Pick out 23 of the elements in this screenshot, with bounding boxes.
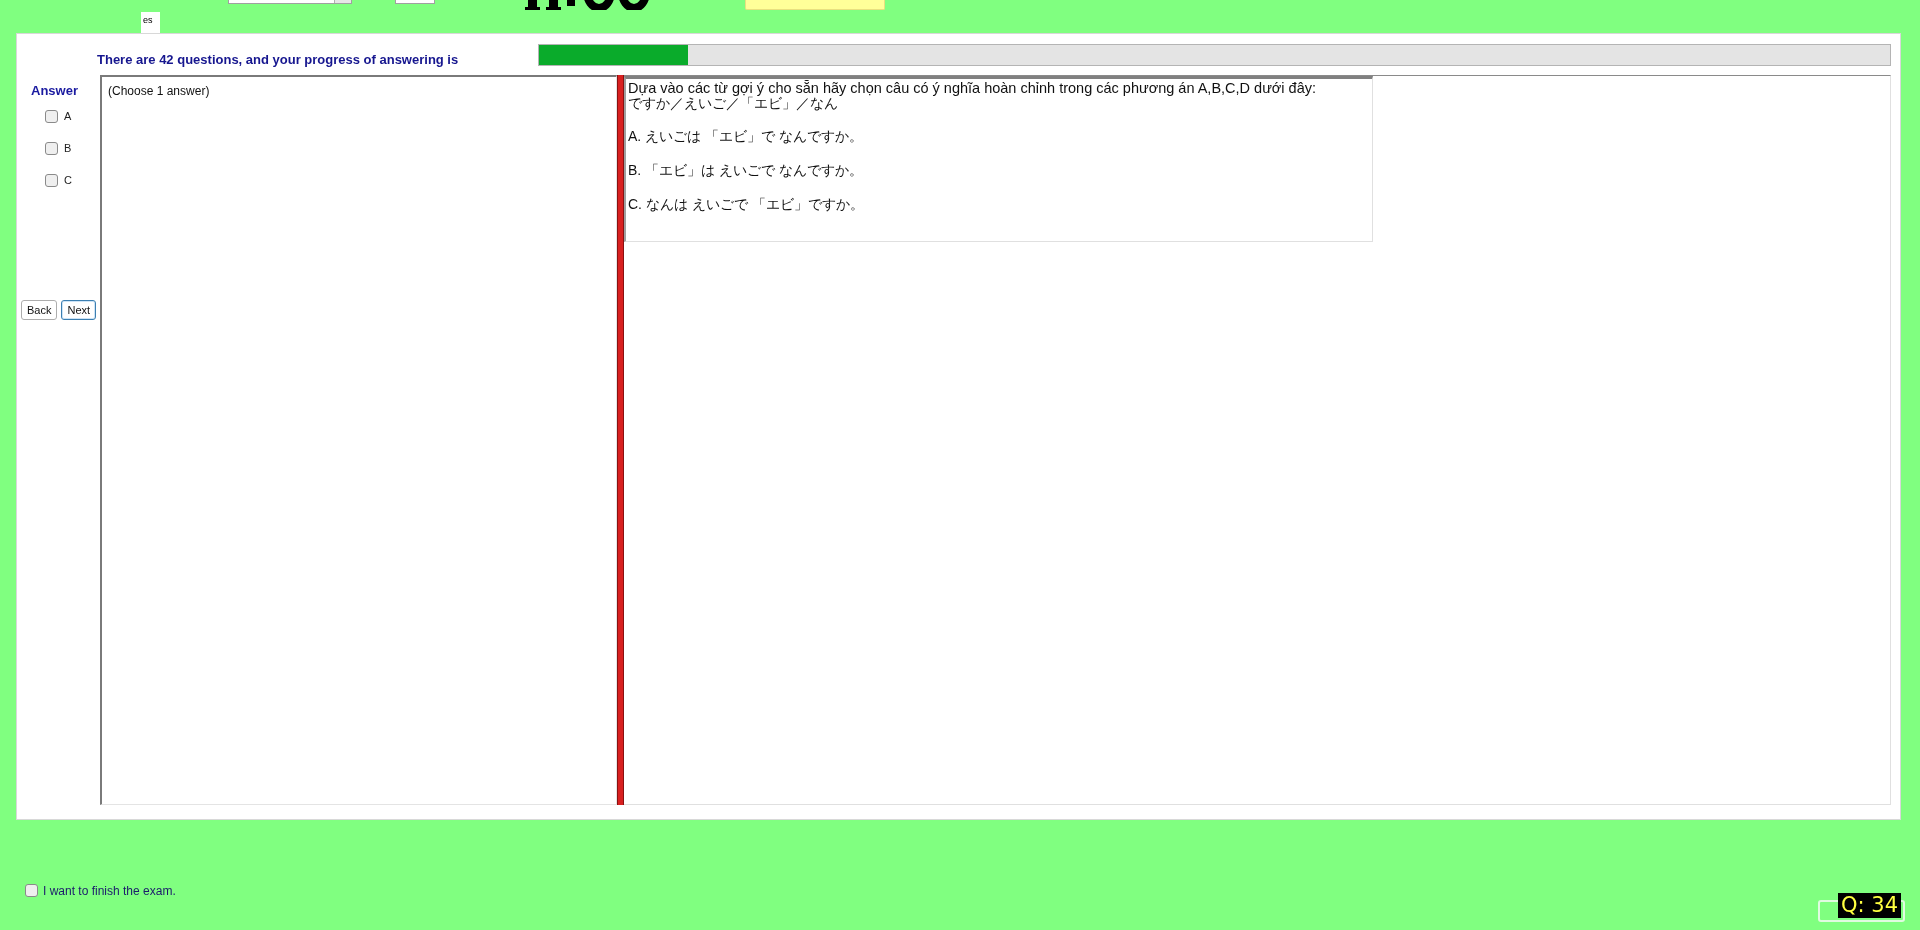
input-field[interactable]: [395, 0, 435, 4]
answer-option-text: B. 「エビ」は えいごで なんですか。: [628, 161, 864, 179]
answer-option-text: C. なんは えいごで 「エビ」ですか。: [628, 195, 864, 213]
dropdown-field[interactable]: [228, 0, 352, 4]
answer-option-text: A. えいごは 「エビ」で なんですか。: [628, 127, 864, 145]
checkbox[interactable]: [45, 110, 58, 123]
checkbox[interactable]: [45, 142, 58, 155]
option-label: C: [64, 175, 72, 186]
nav-button[interactable]: Next: [61, 300, 97, 320]
word-list: ですか／えいご／「エビ」／なん: [628, 96, 838, 111]
answer-title: Answer: [31, 83, 79, 98]
checkbox[interactable]: [45, 174, 58, 187]
question-prompt: Dựa vào các từ gợi ý cho sẵn hãy chọn câu có ý nghĩa hoàn chỉnh trong các phương án A,B,C,D dưới đây:: [628, 81, 1316, 96]
checkbox[interactable]: [25, 884, 38, 897]
progress-label: There are 42 questions, and your progress of answering is: [97, 51, 459, 67]
option-label: B: [64, 143, 72, 154]
nav-button[interactable]: Back: [21, 300, 58, 320]
panel-splitter[interactable]: [617, 75, 624, 805]
page-tab[interactable]: es: [141, 12, 160, 33]
question-counter: Q: 34: [1838, 893, 1901, 918]
finish-label: I want to finish the exam.: [43, 884, 176, 897]
instruction-text: (Choose 1 answer): [108, 84, 210, 98]
option-label: A: [64, 111, 72, 122]
